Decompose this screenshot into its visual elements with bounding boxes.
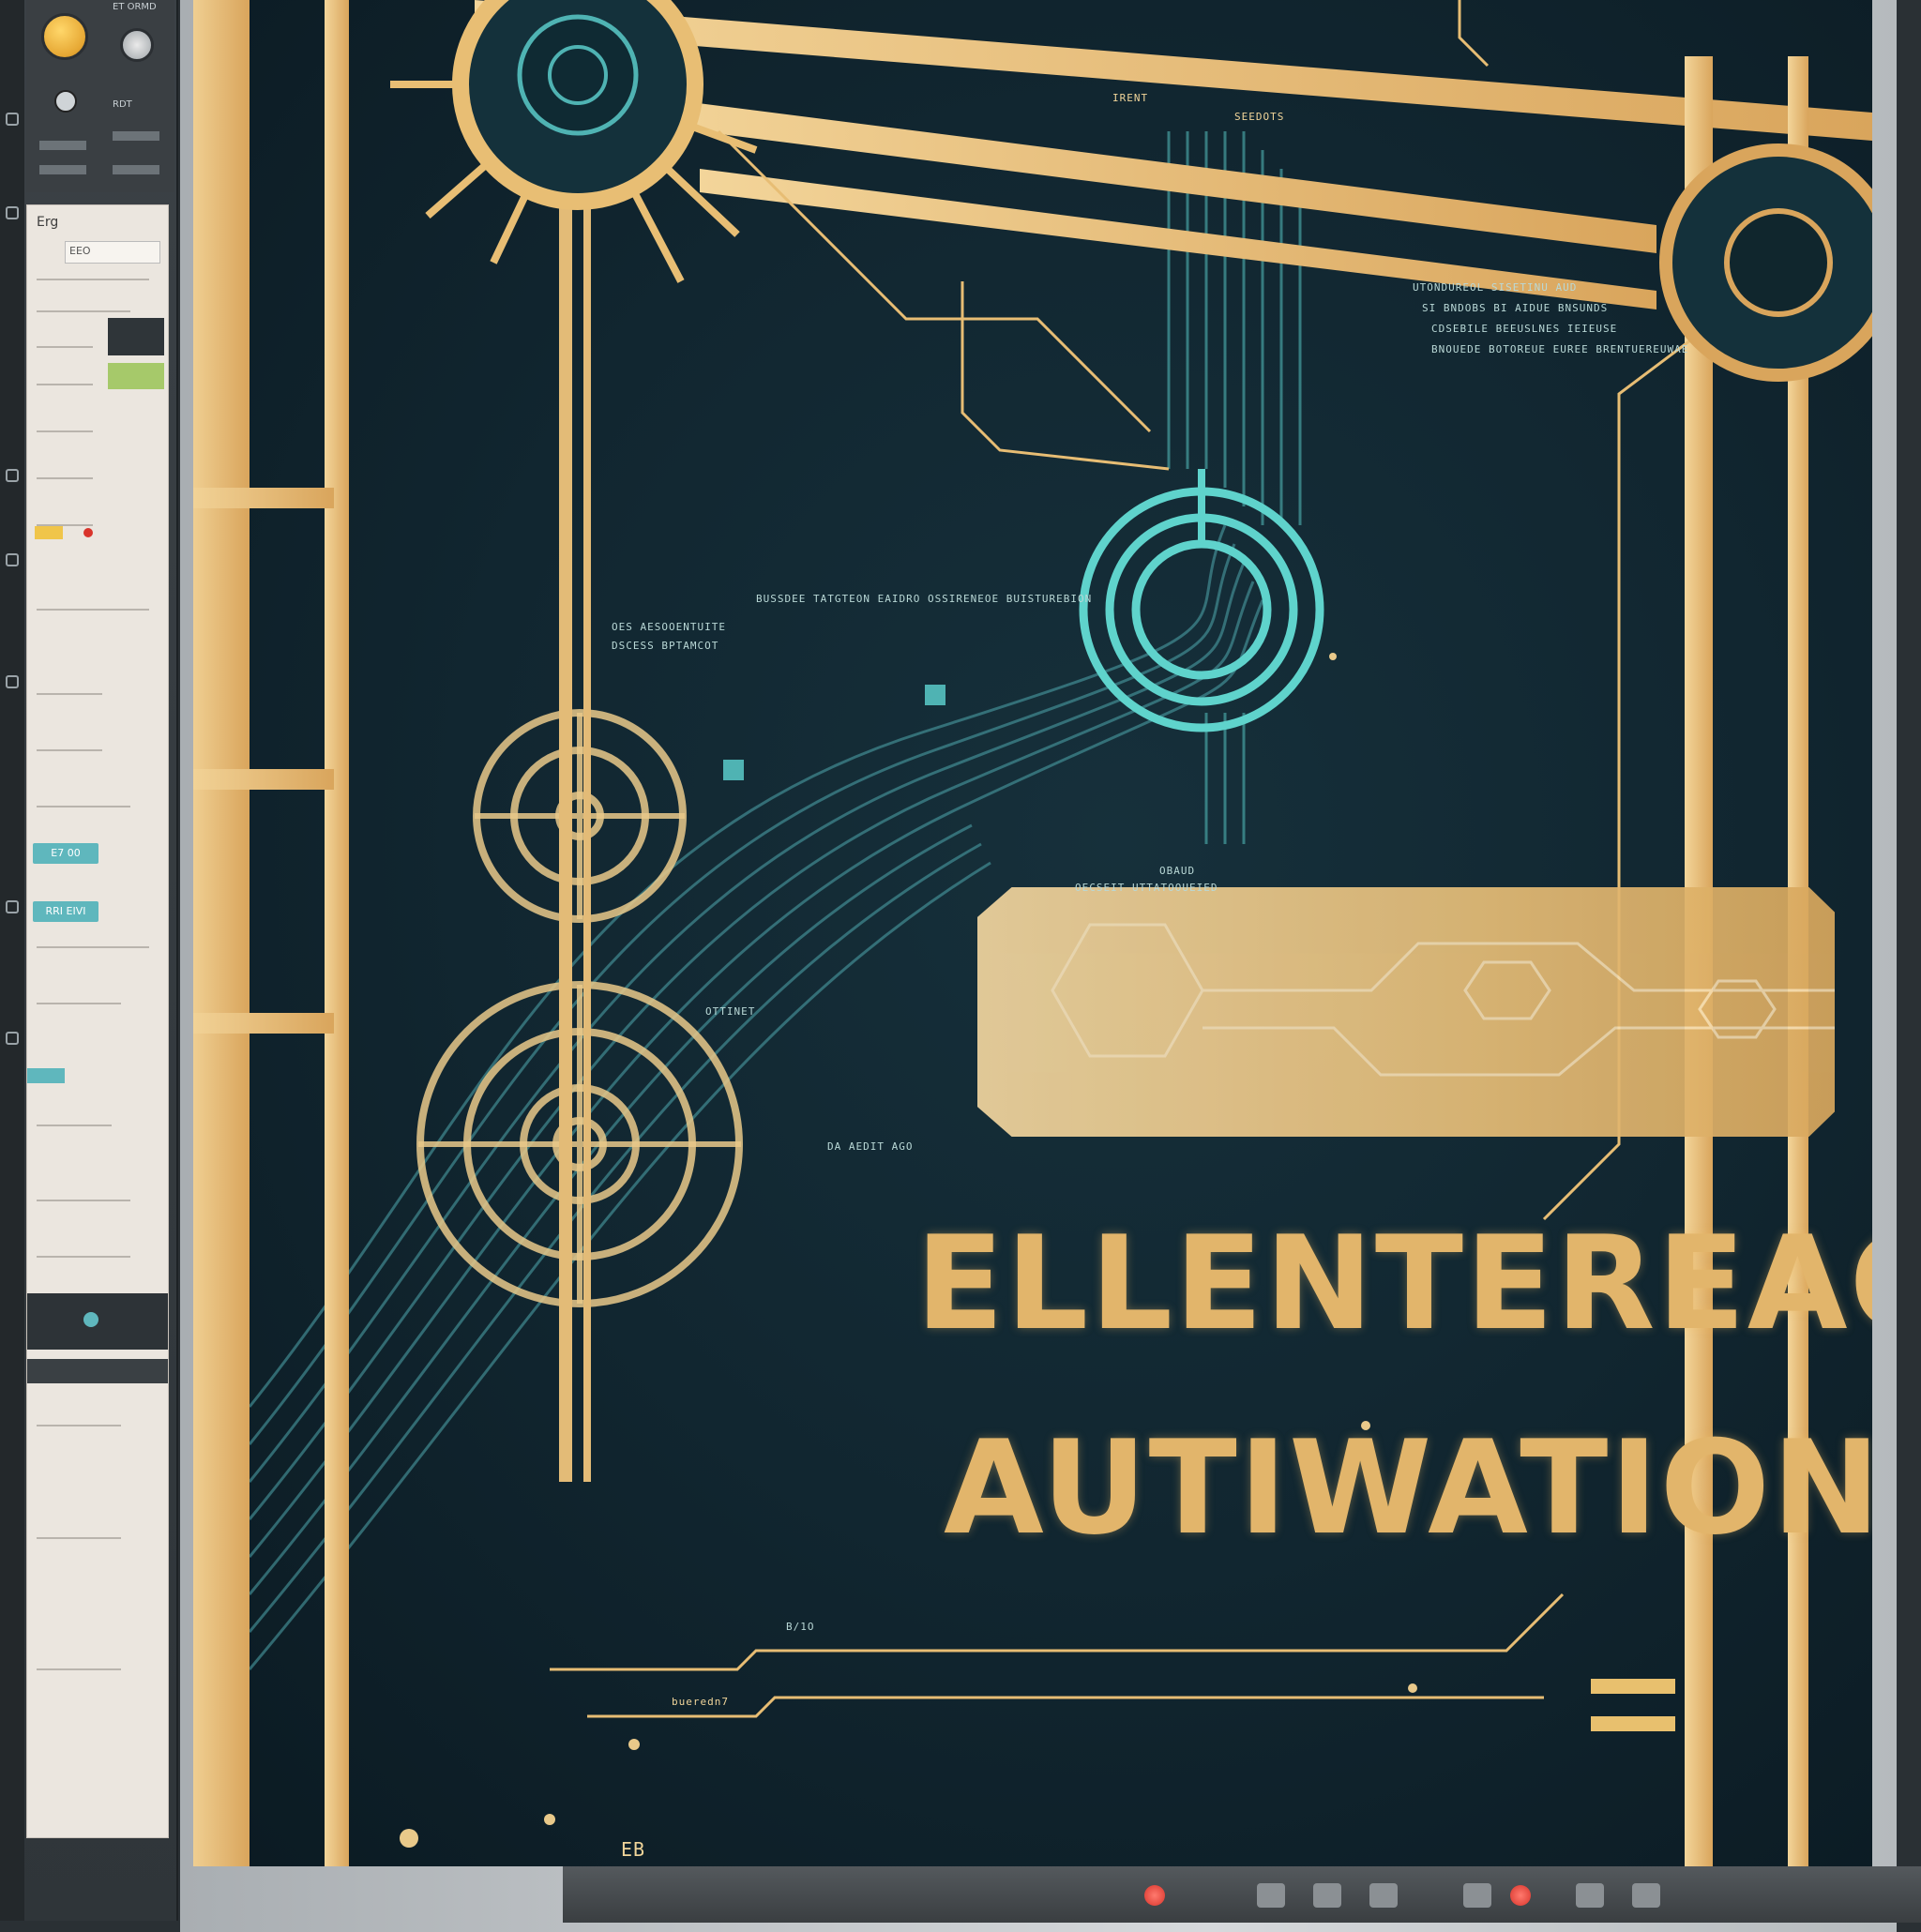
- panel-row: [37, 1537, 121, 1539]
- status-dot-icon: [83, 1312, 98, 1327]
- small-label: B/1O: [786, 1621, 815, 1633]
- dial-knob-icon[interactable]: [120, 28, 154, 62]
- info-line: CDSEBILE BEEUSLNES IEIEUSE: [1431, 323, 1618, 335]
- headline-line-1: ELLENTEREAO: [915, 1208, 1872, 1359]
- top-tools-panel: ET ORMD RDT: [26, 0, 174, 192]
- panel-row: [37, 310, 130, 312]
- small-label: OTTINET: [705, 1005, 756, 1018]
- panel-dark-section: [27, 1359, 168, 1383]
- panel-row: [37, 749, 102, 751]
- tool-icon[interactable]: [6, 1032, 19, 1045]
- info-line: SI BNDOBS BI AIDUE BNSUNDS: [1422, 302, 1609, 314]
- control-button[interactable]: [1576, 1883, 1604, 1908]
- panel-row: [37, 946, 149, 948]
- panel-row: [37, 430, 93, 432]
- panel-row: [37, 1425, 121, 1426]
- app-sidebar: ET ORMD RDT Erg EEO E7 00 RRI EIVI: [0, 0, 178, 1921]
- small-label: OECSEIT UTTATOOUEIED: [1075, 882, 1218, 894]
- small-label: EB: [621, 1838, 646, 1861]
- panel-row: [37, 1003, 121, 1004]
- panel-row: [37, 279, 149, 280]
- preview-thumb-green: [108, 363, 164, 389]
- panel-row: [37, 1200, 130, 1201]
- headline: ELLENTEREAO AUTIWATION: [915, 1219, 1872, 1553]
- tool-icon[interactable]: [6, 206, 19, 219]
- info-line: BNOUEDE BOTOREUE EUREE BRENTUEREUWAE: [1431, 343, 1689, 355]
- tool-icon[interactable]: [6, 675, 19, 688]
- tool-label: ET ORMD: [113, 2, 157, 12]
- panel-row: [37, 806, 130, 808]
- highlight-panel[interactable]: [977, 887, 1835, 1137]
- control-button[interactable]: [1369, 1883, 1398, 1908]
- panel-title: Erg: [37, 215, 59, 230]
- arc-label: BUSSDEE TATGTEON EAIDRO OSSIRENEOE BUIST…: [756, 593, 1093, 605]
- panel-row: [37, 609, 149, 611]
- panel-pattern: [1051, 923, 1835, 1077]
- teal-tag[interactable]: [27, 1068, 65, 1083]
- control-button[interactable]: [1257, 1883, 1285, 1908]
- tool-icon[interactable]: [6, 900, 19, 913]
- headline-line-2: AUTIWATION: [944, 1412, 1872, 1563]
- toggle-icon[interactable]: [54, 90, 77, 113]
- yellow-tag[interactable]: [35, 526, 63, 539]
- arc-label: OES AESOOENTUITE: [612, 621, 726, 633]
- panel-row: [37, 1668, 121, 1670]
- color-swatch[interactable]: [41, 13, 88, 60]
- tool-icon[interactable]: [6, 553, 19, 566]
- chip-button[interactable]: E7 00: [33, 843, 98, 864]
- control-button[interactable]: [1632, 1883, 1660, 1908]
- panel-row: [37, 693, 102, 695]
- status-led-icon: [1510, 1885, 1531, 1906]
- tool-label: RDT: [113, 99, 132, 110]
- tool-row: [113, 165, 159, 174]
- panel-field[interactable]: EEO: [65, 241, 160, 264]
- panel-dark-section: [27, 1293, 168, 1350]
- arc-label: DSCESS BPTAMCOT: [612, 640, 719, 652]
- monitor-control-bar: [563, 1866, 1921, 1923]
- properties-panel: Erg EEO E7 00 RRI EIVI: [26, 204, 169, 1838]
- tool-row: [39, 165, 86, 174]
- header-label: SEEDOTS: [1234, 111, 1285, 123]
- chip-button[interactable]: RRI EIVI: [33, 901, 98, 922]
- toolbar-strip: [0, 0, 24, 1921]
- tool-icon[interactable]: [6, 469, 19, 482]
- info-line: UTONDUREOL SISETINU AUD: [1413, 281, 1578, 294]
- small-label: bueredn7: [672, 1696, 729, 1708]
- small-label: OBAUD: [1159, 865, 1196, 877]
- header-label: IRENT: [1112, 92, 1149, 104]
- red-dot-icon[interactable]: [83, 528, 93, 537]
- panel-row: [37, 384, 93, 385]
- small-label: DA AEDIT AGO: [827, 1140, 914, 1153]
- panel-row: [37, 477, 93, 479]
- control-button[interactable]: [1313, 1883, 1341, 1908]
- panel-row: [37, 1124, 112, 1126]
- control-button[interactable]: [1463, 1883, 1491, 1908]
- tool-icon[interactable]: [6, 113, 19, 126]
- tool-row: [113, 131, 159, 141]
- monitor-screen: IRENT SEEDOTS UTONDUREOL SISETINU AUD SI…: [193, 0, 1872, 1866]
- panel-row: [37, 346, 93, 348]
- power-led-icon: [1144, 1885, 1165, 1906]
- tool-row: [39, 141, 86, 150]
- preview-thumb: [108, 318, 164, 355]
- panel-row: [37, 1256, 130, 1258]
